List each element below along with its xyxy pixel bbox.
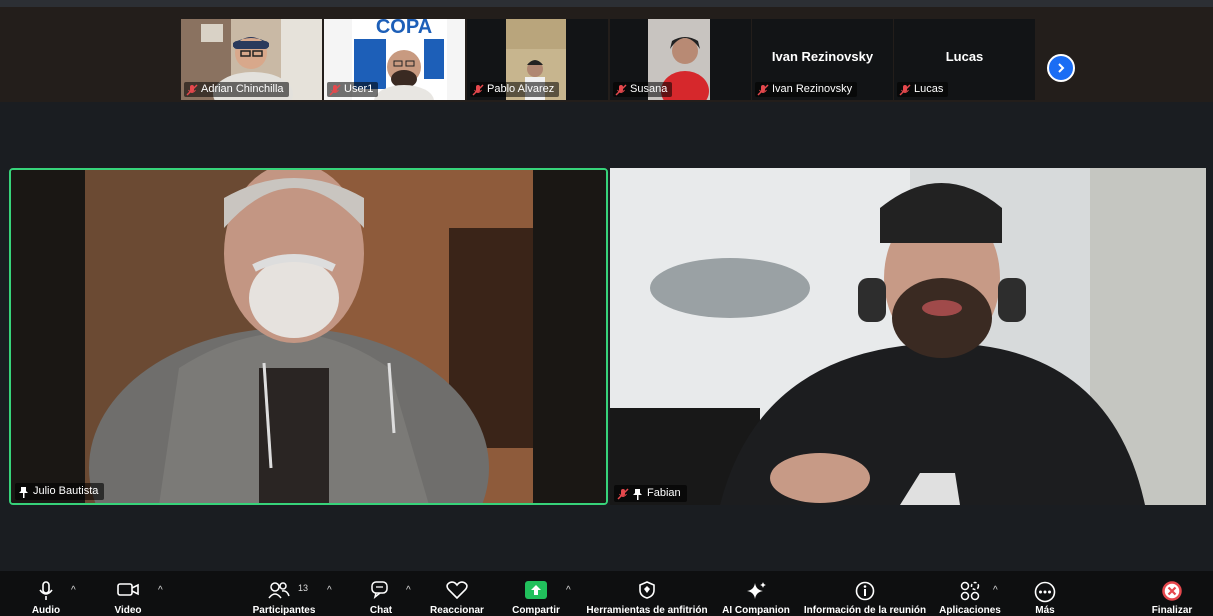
more-button[interactable]: Más — [1030, 571, 1060, 616]
apps-button[interactable]: Aplicaciones — [939, 571, 1001, 616]
mic-muted-icon — [757, 83, 769, 96]
participants-options-caret[interactable]: ^ — [327, 585, 332, 596]
sparkle-icon — [747, 582, 766, 599]
meeting-toolbar: Audio ^ Video ^ Participantes 13 ^ Chat … — [0, 571, 1213, 616]
speaker-tile-fabian[interactable]: Fabian — [610, 168, 1206, 505]
participant-thumbnail[interactable]: Ivan Rezinovsky Ivan Rezinovsky — [752, 19, 893, 100]
participant-video — [11, 170, 606, 503]
participant-name-label: Ivan Rezinovsky — [755, 82, 858, 97]
participant-name-label: User1 — [327, 82, 379, 97]
participant-name-label: Pablo Alvarez — [470, 82, 560, 97]
mic-muted-icon — [615, 83, 627, 96]
participant-display-name: Ivan Rezinovsky — [771, 49, 874, 64]
speaker-tile-julio[interactable]: Julio Bautista — [9, 168, 608, 505]
microphone-icon — [39, 581, 53, 600]
meeting-info-button[interactable]: Información de la reunión — [804, 571, 926, 616]
participant-gallery-strip: Adrian Chinchilla COPA User1 Pablo Alvar… — [0, 7, 1213, 102]
video-options-caret[interactable]: ^ — [158, 585, 163, 596]
end-meeting-button[interactable]: Finalizar — [1150, 571, 1194, 616]
chat-options-caret[interactable]: ^ — [406, 585, 411, 596]
speaker-name-label: Fabian — [614, 485, 687, 502]
video-button[interactable]: Video — [108, 571, 148, 616]
share-screen-icon — [525, 581, 547, 599]
host-tools-button[interactable]: Herramientas de anfitrión — [586, 571, 708, 616]
pin-icon — [633, 488, 642, 500]
share-options-caret[interactable]: ^ — [566, 585, 571, 596]
mic-muted-icon — [472, 83, 484, 96]
pin-icon — [19, 486, 28, 498]
ai-companion-button[interactable]: AI Companion — [721, 571, 791, 616]
mic-muted-icon — [329, 83, 341, 96]
end-meeting-icon — [1162, 581, 1182, 601]
chat-icon — [371, 581, 388, 599]
participant-thumbnail[interactable]: Lucas Lucas — [894, 19, 1035, 100]
chevron-right-icon — [1058, 63, 1065, 73]
participant-video — [610, 168, 1206, 505]
participants-button[interactable]: Participantes — [253, 571, 315, 616]
participant-thumbnail[interactable]: Susana — [610, 19, 751, 100]
mic-muted-icon — [617, 487, 629, 500]
react-button[interactable]: Reaccionar — [430, 571, 484, 616]
participants-icon — [268, 582, 290, 599]
participant-thumbnail[interactable]: COPA User1 — [324, 19, 465, 100]
participant-thumbnail[interactable]: Adrian Chinchilla — [181, 19, 322, 100]
participant-display-name: Lucas — [945, 49, 984, 64]
participant-thumbnail[interactable]: Pablo Alvarez — [467, 19, 608, 100]
share-screen-button[interactable]: Compartir — [512, 571, 560, 616]
heart-icon — [446, 581, 468, 599]
participant-name-label: Susana — [613, 82, 673, 97]
info-icon — [855, 581, 875, 601]
participant-name-label: Lucas — [897, 82, 949, 97]
shield-icon — [639, 581, 655, 599]
more-options-icon — [1034, 581, 1056, 603]
mic-muted-icon — [186, 83, 198, 96]
apps-options-caret[interactable]: ^ — [993, 585, 998, 596]
copa-logo-text: COPA — [376, 19, 432, 38]
apps-icon — [960, 581, 980, 601]
audio-options-caret[interactable]: ^ — [71, 585, 76, 596]
participant-name-label: Adrian Chinchilla — [184, 82, 289, 97]
next-page-button[interactable] — [1047, 54, 1075, 82]
video-camera-icon — [117, 583, 139, 596]
participants-count: 13 — [298, 583, 309, 593]
speaker-name-label: Julio Bautista — [15, 483, 105, 500]
chat-button[interactable]: Chat — [366, 571, 396, 616]
mic-muted-icon — [899, 83, 911, 96]
audio-button[interactable]: Audio — [26, 571, 66, 616]
window-top-strip — [0, 0, 1213, 7]
